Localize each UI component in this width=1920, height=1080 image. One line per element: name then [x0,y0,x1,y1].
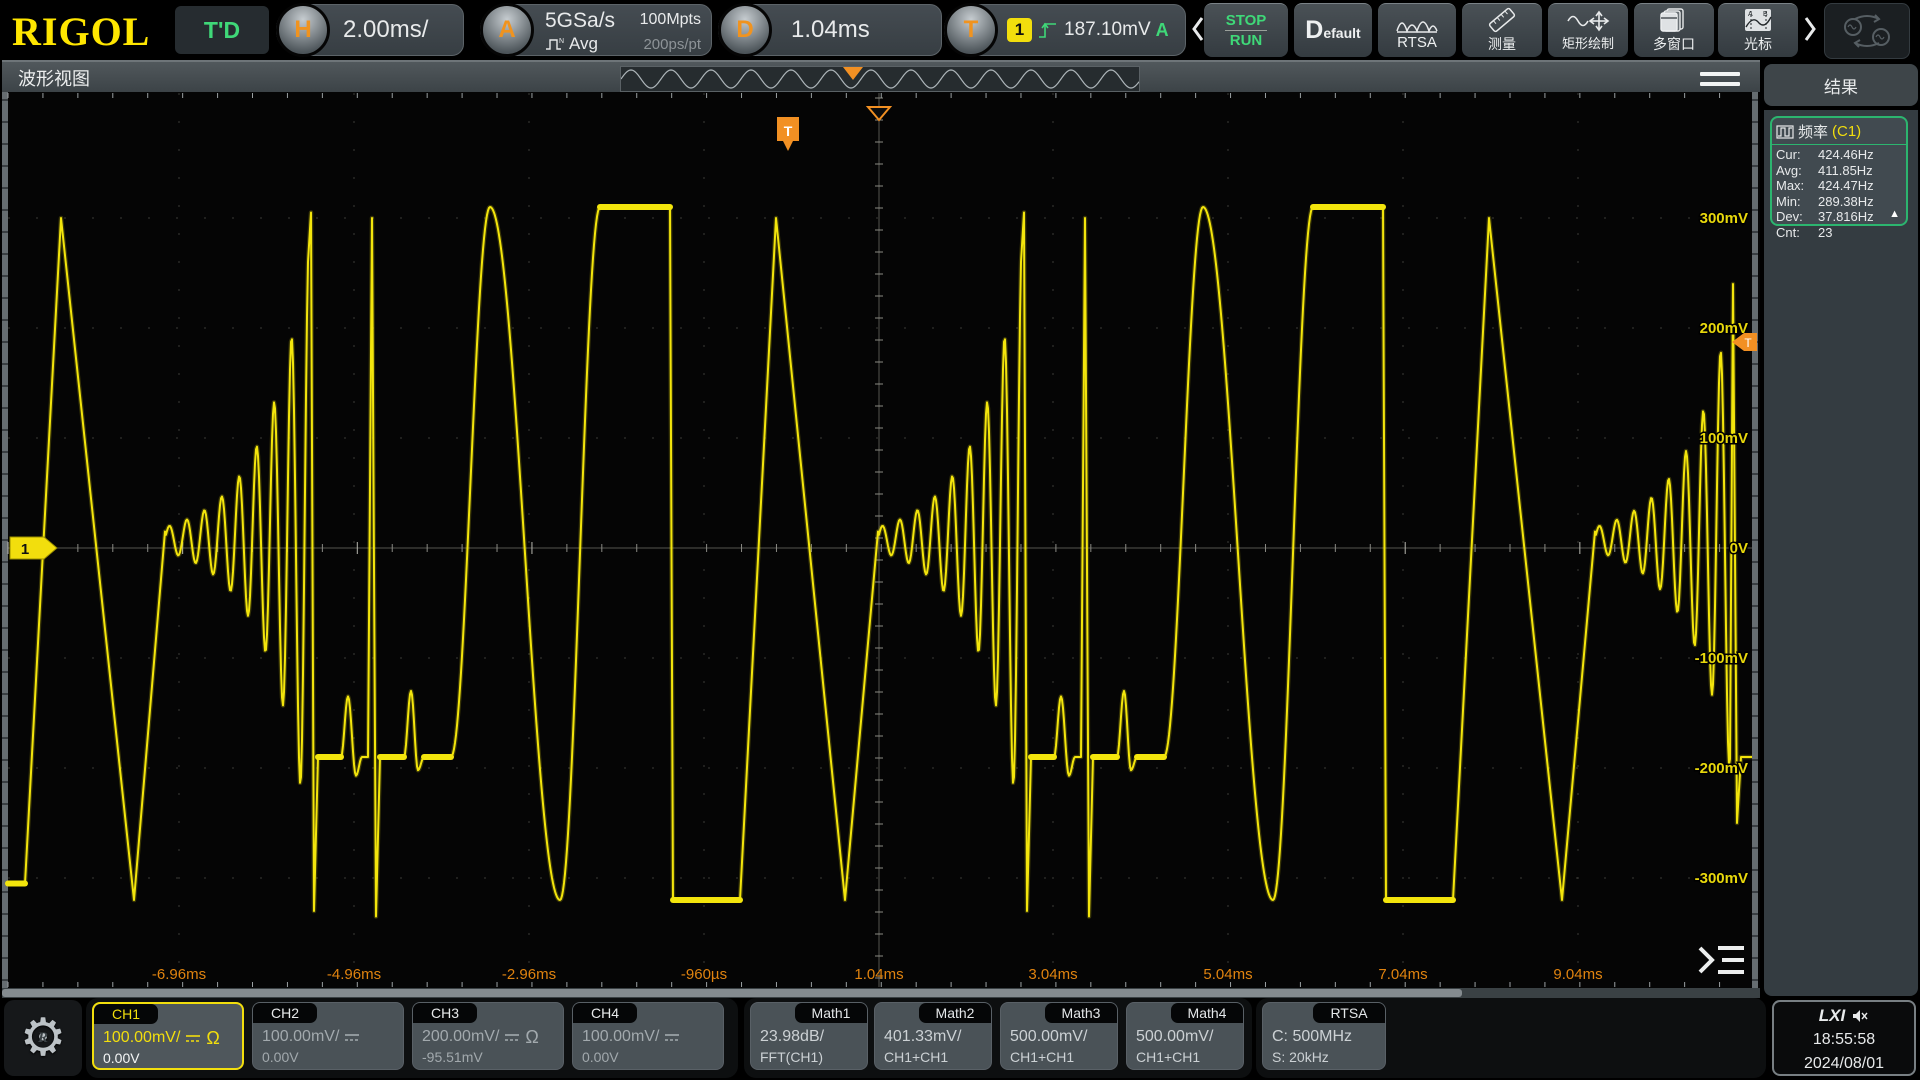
channel-box-ch1[interactable]: CH1 100.00mV/ Ω 0.00V [92,1002,244,1070]
measurement-stat-row: Cur:424.46Hz [1776,147,1902,163]
math1-box[interactable]: Math1 23.98dB/ FFT(CH1) [750,1002,868,1070]
time-axis-label: 1.04ms [854,966,903,983]
measurement-stat-row: Min:289.38Hz [1776,194,1902,210]
svg-text:T: T [784,123,793,139]
collapse-stats-icon[interactable]: ▲ [1889,208,1900,220]
stop-run-button[interactable]: STOP RUN [1204,3,1288,57]
trigger-source-badge: 1 [1007,18,1032,42]
spectrum-icon [1395,11,1439,33]
time-axis-label: -960µs [681,966,727,983]
time-axis-label: -6.96ms [152,966,206,983]
ruler-icon [1487,7,1517,33]
multi-window-button[interactable]: 多窗口 [1634,3,1714,57]
results-panel-header: 结果 [1764,64,1918,106]
time-axis-label: 5.04ms [1203,966,1252,983]
time-axis-label: 9.04ms [1553,966,1602,983]
trigger-mode: A [1156,20,1169,41]
clock-time: 18:55:58 [1774,1028,1914,1052]
dc-coupling-icon [344,1032,360,1043]
voltage-axis-label: 200mV [1700,320,1748,337]
measurement-stat-row: Avg:411.85Hz [1776,163,1902,179]
time-axis-label: 7.04ms [1378,966,1427,983]
waveform-window-title: 波形视图 [18,65,90,91]
horizontal-knob[interactable]: H [276,3,330,57]
rising-edge-icon [1037,18,1059,42]
rect-draw-button[interactable]: 矩形绘制 [1548,3,1628,57]
ch1-scale: 100.00mV/ [103,1029,180,1047]
overview-sine-preview [621,67,1139,91]
graticule-plot[interactable]: 300mV 200mV 100mV 0V -100mV -200mV -300mV -6.96… [2,92,1760,988]
overview-position-marker[interactable] [843,67,863,80]
rigol-gear-logo[interactable]: ⚙ R [4,1000,82,1076]
stacked-windows-icon [1659,7,1689,33]
measurement-source: (C1) [1832,123,1861,140]
ch1-impedance: Ω [206,1028,219,1049]
acquisition-knob[interactable]: A [480,3,534,57]
cursor-icon: AB [1743,7,1773,33]
waveform-swap-button[interactable] [1824,3,1910,59]
voltage-axis-label: -300mV [1695,870,1748,887]
footer-bar: ⚙ R CH1 100.00mV/ Ω 0.00V CH2 100.00mV/ [0,998,1920,1080]
voltage-axis-label: 100mV [1700,430,1748,447]
math2-box[interactable]: Math2 401.33mV/ CH1+CH1 [874,1002,992,1070]
svg-text:1: 1 [21,541,29,558]
horizontal-scale-value: 2.00ms/ [343,5,428,55]
time-axis-label: -2.96ms [502,966,556,983]
measurement-name: 频率 [1798,121,1828,142]
voltage-axis-label: -200mV [1695,760,1748,777]
dc-coupling-icon [504,1032,520,1043]
measurement-card-frequency[interactable]: 频率(C1) Cur:424.46HzAvg:411.85HzMax:424.4… [1770,116,1908,226]
time-axis-label: 3.04ms [1028,966,1077,983]
measure-button[interactable]: 测量 [1462,3,1542,57]
swap-waveforms-icon [1841,11,1893,51]
measurement-stat-row: Max:424.47Hz [1776,178,1902,194]
sample-rate: 5GSa/s [545,10,615,32]
math3-box[interactable]: Math3 500.00mV/ CH1+CH1 [1000,1002,1118,1070]
dc-coupling-icon [185,1033,201,1044]
speaker-muted-icon [1851,1009,1869,1023]
clock-box[interactable]: LXI 18:55:58 2024/08/01 [1772,1000,1916,1076]
measurement-stats: Cur:424.46HzAvg:411.85HzMax:424.47HzMin:… [1772,145,1906,242]
memory-depth: 100Mpts [640,10,701,30]
channel-box-ch2[interactable]: CH2 100.00mV/ 0.00V [252,1002,404,1070]
header-expand-right-icon[interactable] [1802,14,1818,44]
measurement-stat-row: Cnt:23 [1776,225,1902,241]
svg-text:N: N [559,38,564,45]
acquire-mode: Avg [569,34,598,54]
horizontal-scrollbar[interactable] [2,988,1760,998]
channel-box-ch3[interactable]: CH3 200.00mV/ Ω -95.51mV [412,1002,564,1070]
dc-coupling-icon [664,1032,680,1043]
oscilloscope-screen: RIGOL T'D 2.00ms/ H 5GSa/s N Avg 100Mpts… [0,0,1920,1080]
channel-box-ch4[interactable]: CH4 100.00mV/ 0.00V [572,1002,724,1070]
measurement-wave-icon [1776,125,1794,139]
sample-resolution: 200ps/pt [643,34,701,54]
results-panel: 频率(C1) Cur:424.46HzAvg:411.85HzMax:424.4… [1764,110,1918,996]
plot-background [2,92,1760,988]
avg-pulse-icon: N [545,37,565,51]
rtsa-button[interactable]: RTSA [1378,3,1456,57]
math4-box[interactable]: Math4 500.00mV/ CH1+CH1 [1126,1002,1244,1070]
wave-move-icon [1566,10,1610,32]
measurement-stat-row: Dev:37.816Hz [1776,209,1902,225]
scrollbar-thumb[interactable] [2,989,1462,997]
voltage-axis-label: 300mV [1700,210,1748,227]
time-axis-label: -4.96ms [327,966,381,983]
clock-date: 2024/08/01 [1774,1052,1914,1076]
rtsa-box[interactable]: RTSA C: 500MHz S: 20kHz [1262,1002,1386,1070]
svg-text:T: T [1744,336,1752,350]
default-button[interactable]: Default [1294,3,1372,57]
delay-value: 1.04ms [791,5,870,55]
cursor-button[interactable]: AB 光标 [1718,3,1798,57]
lxi-logo: LXI [1819,1004,1845,1028]
ch1-offset: 0.00V [103,1050,140,1066]
trigger-level-value: 187.10mV [1064,19,1151,41]
trigger-status-indicator: T'D [175,6,269,54]
memory-overview-strip[interactable] [620,66,1140,92]
voltage-axis-label: -100mV [1695,650,1748,667]
trigger-knob[interactable]: T [944,3,998,57]
rigol-logo: RIGOL [12,8,150,55]
voltage-axis-label: 0V [1730,540,1748,557]
delay-knob[interactable]: D [718,3,772,57]
